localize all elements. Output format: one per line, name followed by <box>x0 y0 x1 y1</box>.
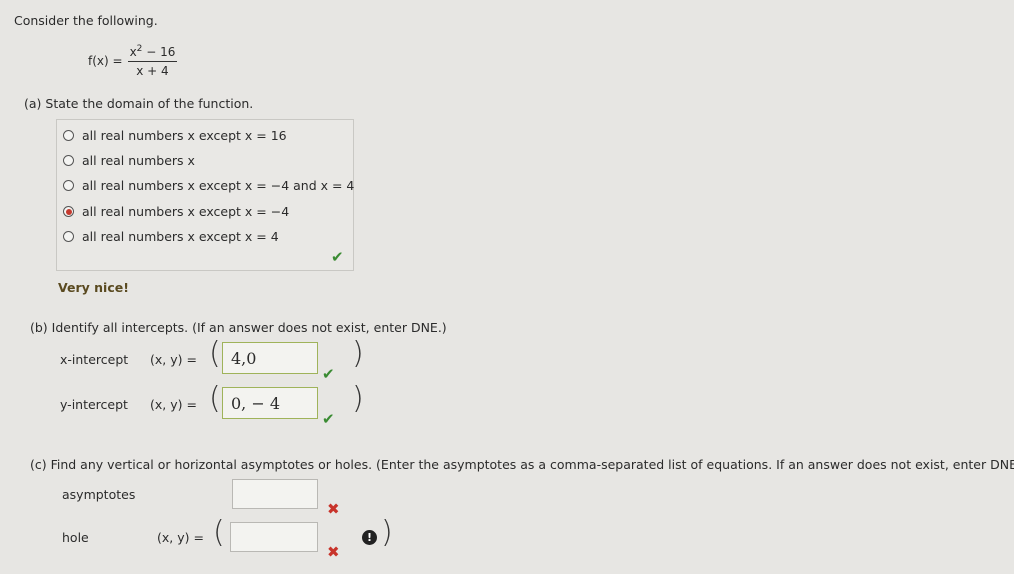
choice-label: all real numbers x except x = −4 and x =… <box>82 178 355 193</box>
choice-label: all real numbers x except x = −4 <box>82 204 290 219</box>
pair-label: (x, y) = <box>150 352 197 367</box>
radio-button[interactable] <box>63 180 74 191</box>
hole-label: hole <box>62 530 89 545</box>
fraction-denominator: x + 4 <box>136 64 169 78</box>
radio-button-selected[interactable] <box>63 206 74 217</box>
asymptotes-label: asymptotes <box>62 487 136 502</box>
choice-item[interactable]: all real numbers x except x = −4 and x =… <box>63 178 354 193</box>
correct-check-icon: ✔ <box>322 410 335 428</box>
domain-choices-box: all real numbers x except x = 16 all rea… <box>56 119 354 271</box>
left-paren: ( <box>213 515 225 550</box>
left-paren: ( <box>209 336 221 371</box>
fraction-numerator: x2 − 16 <box>127 44 178 62</box>
feedback-text: Very nice! <box>58 280 129 295</box>
choice-label: all real numbers x except x = 16 <box>82 128 287 143</box>
part-b-prompt: (b) Identify all intercepts. (If an answ… <box>30 320 447 335</box>
correct-check-icon: ✔ <box>322 365 335 383</box>
x-intercept-label: x-intercept <box>60 352 129 367</box>
choice-item[interactable]: all real numbers x <box>63 153 195 168</box>
radio-button[interactable] <box>63 231 74 242</box>
part-c-prompt: (c) Find any vertical or horizontal asym… <box>30 457 1014 472</box>
incorrect-x-icon: ✖ <box>327 500 340 518</box>
pair-label: (x, y) = <box>150 397 197 412</box>
radio-button[interactable] <box>63 130 74 141</box>
function-lhs: f(x) = <box>88 54 123 68</box>
radio-button[interactable] <box>63 155 74 166</box>
part-a-prompt: (a) State the domain of the function. <box>24 96 254 111</box>
correct-check-icon: ✔ <box>331 248 344 266</box>
choice-item[interactable]: all real numbers x except x = 16 <box>63 128 287 143</box>
pair-label: (x, y) = <box>157 530 204 545</box>
asymptotes-input[interactable] <box>232 479 318 509</box>
function-fraction: x2 − 16 x + 4 <box>127 44 178 78</box>
y-intercept-input[interactable]: 0, − 4 <box>222 387 318 419</box>
right-paren: ) <box>381 515 393 550</box>
right-paren: ) <box>352 336 364 371</box>
right-paren: ) <box>352 381 364 416</box>
choice-item[interactable]: all real numbers x except x = 4 <box>63 229 279 244</box>
intro-text: Consider the following. <box>14 13 158 28</box>
x-intercept-input[interactable]: 4,0 <box>222 342 318 374</box>
left-paren: ( <box>209 381 221 416</box>
choice-item[interactable]: all real numbers x except x = −4 <box>63 204 289 219</box>
hole-input[interactable] <box>230 522 318 552</box>
choice-label: all real numbers x except x = 4 <box>82 229 279 244</box>
incorrect-x-icon: ✖ <box>327 543 340 561</box>
y-intercept-label: y-intercept <box>60 397 128 412</box>
warning-icon[interactable]: ! <box>362 530 377 545</box>
choice-label: all real numbers x <box>82 153 195 168</box>
function-definition: f(x) = x2 − 16 x + 4 <box>88 44 178 78</box>
